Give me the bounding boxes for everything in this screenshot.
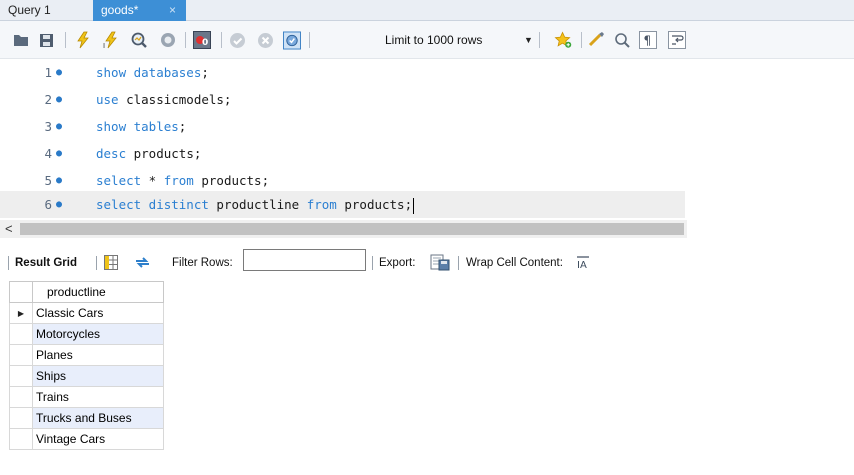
scrollbar-thumb[interactable] [20,223,684,235]
tab-label: goods* [101,3,139,17]
code-text: select * from products; [96,173,270,188]
result-grid: productline ▶ Classic Cars Motorcycles P… [9,281,164,450]
wrap-cell-label: Wrap Cell Content: [466,257,563,269]
text-caret [413,197,415,214]
table-cell[interactable]: Planes [32,344,164,366]
code-line: 3 ● show tables; [0,113,854,140]
code-line: 1 ● show databases; [0,59,854,86]
svg-text:0: 0 [202,38,208,48]
current-row-icon: ▶ [9,302,33,324]
table-row[interactable]: ▶ Classic Cars [9,302,164,324]
limit-rows-select[interactable]: Limit to 1000 rows [385,31,482,49]
row-header [9,407,33,429]
table-cell[interactable]: Vintage Cars [32,428,164,450]
line-number: 1 [44,65,52,80]
explain-icon[interactable] [130,31,148,49]
execute-current-icon[interactable]: I [102,31,120,49]
statement-marker-icon: ● [56,94,63,105]
statement-marker-icon: ● [56,175,63,186]
stop-icon[interactable] [159,31,177,49]
autocommit-icon[interactable] [283,31,301,49]
svg-text:¶: ¶ [644,34,652,48]
row-header [9,386,33,408]
horizontal-scrollbar[interactable]: < [0,220,687,238]
add-snippet-icon[interactable] [554,31,572,49]
code-line-current: 6 ● select distinct productline from pro… [0,191,685,218]
table-row[interactable]: Trains [9,386,164,408]
grid-header-row: productline [9,281,164,303]
line-number: 4 [44,146,52,161]
sql-editor[interactable]: 1 ● show databases; 2 ● use classicmodel… [0,59,854,219]
invisible-chars-icon[interactable]: ¶ [639,31,657,49]
code-text: show databases; [96,65,209,80]
row-header [9,365,33,387]
tab-goods[interactable]: goods* × [93,0,186,21]
chevron-down-icon[interactable]: ▼ [524,31,533,49]
rollback-icon[interactable] [256,31,274,49]
column-header[interactable]: productline [32,281,164,303]
editor-toolbar: I 0 Limit to 1000 rows ▼ ¶ [0,21,854,59]
code-text: use classicmodels; [96,92,232,107]
commit-icon[interactable] [228,31,246,49]
execute-icon[interactable] [74,31,92,49]
beautify-icon[interactable] [588,31,606,49]
table-row[interactable]: Trucks and Buses [9,407,164,429]
table-row[interactable]: Ships [9,365,164,387]
table-row[interactable]: Vintage Cars [9,428,164,450]
result-grid-tab[interactable]: Result Grid [15,255,77,271]
stop-on-error-icon[interactable]: 0 [193,31,211,49]
export-label: Export: [379,257,416,269]
statement-marker-icon: ● [56,148,63,159]
row-header [9,428,33,450]
table-cell[interactable]: Motorcycles [32,323,164,345]
search-icon[interactable] [613,31,631,49]
refresh-icon[interactable] [134,255,151,273]
table-row[interactable]: Motorcycles [9,323,164,345]
table-row[interactable]: Planes [9,344,164,366]
row-header [9,344,33,366]
line-number: 5 [44,173,52,188]
close-icon[interactable]: × [169,0,176,21]
row-header [9,323,33,345]
word-wrap-icon[interactable] [668,31,686,49]
scroll-left-icon[interactable]: < [5,220,13,238]
code-text: show tables; [96,119,187,134]
statement-marker-icon: ● [56,67,63,78]
row-header-corner [9,281,33,303]
wrap-cell-icon[interactable]: IA [576,255,590,273]
table-cell[interactable]: Trucks and Buses [32,407,164,429]
statement-marker-icon: ● [56,121,63,132]
table-cell[interactable]: Classic Cars [32,302,164,324]
save-icon[interactable] [37,31,55,49]
filter-rows-label: Filter Rows: [172,257,233,269]
line-number: 6 [44,197,52,212]
svg-text:IA: IA [577,260,587,270]
code-text: desc products; [96,146,202,161]
filter-rows-input[interactable] [243,249,366,271]
result-toolbar: Result Grid Filter Rows: Export: Wrap Ce… [0,250,854,276]
table-cell[interactable]: Ships [32,365,164,387]
svg-text:I: I [103,42,105,49]
tab-query-1[interactable]: Query 1 [0,0,93,21]
code-line: 4 ● desc products; [0,140,854,167]
line-number: 2 [44,92,52,107]
statement-marker-icon: ● [56,199,63,210]
code-text: select distinct productline from product… [96,197,415,214]
table-cell[interactable]: Trains [32,386,164,408]
line-number: 3 [44,119,52,134]
grid-view-icon[interactable] [104,255,118,273]
tab-label: Query 1 [8,3,51,17]
open-folder-icon[interactable] [12,31,30,49]
code-line: 2 ● use classicmodels; [0,86,854,113]
tab-bar: Query 1 goods* × [0,0,854,21]
code-line: 5 ● select * from products; [0,167,854,194]
export-icon[interactable] [430,254,450,274]
